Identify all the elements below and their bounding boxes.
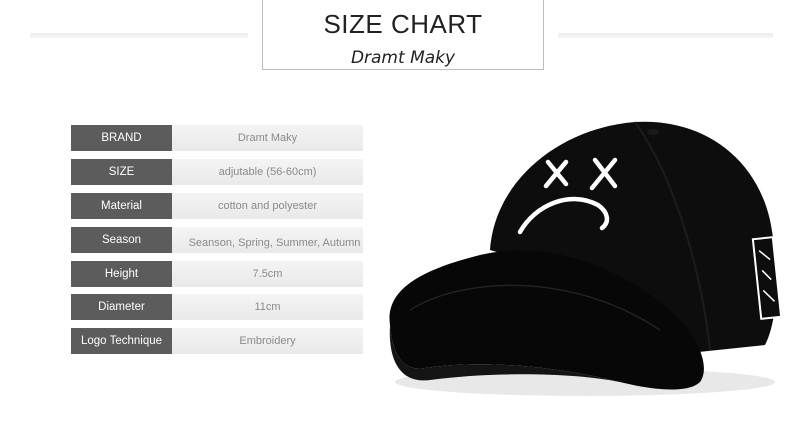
spec-row-diameter: Diameter 11cm xyxy=(71,294,363,320)
header-divider-left xyxy=(30,33,248,38)
spec-value: Embroidery xyxy=(172,328,363,354)
spec-value: adjutable (56-60cm) xyxy=(172,159,363,185)
header-divider-right xyxy=(558,33,773,38)
spec-label: Diameter xyxy=(71,294,172,320)
spec-row-brand: BRAND Dramt Maky xyxy=(71,125,363,151)
spec-row-logo-technique: Logo Technique Embroidery xyxy=(71,328,363,354)
spec-value: 11cm xyxy=(172,294,363,320)
spec-row-material: Material cotton and polyester xyxy=(71,193,363,219)
size-chart-header: SIZE CHART Dramt Maky xyxy=(262,0,544,70)
size-chart-title: SIZE CHART xyxy=(323,9,483,39)
spec-value: cotton and polyester xyxy=(172,193,363,219)
spec-label: Season xyxy=(71,227,172,253)
spec-label: BRAND xyxy=(71,125,172,151)
spec-value: 7.5cm xyxy=(172,261,363,287)
spec-row-season: Season Seanson, Spring, Summer, Autumn xyxy=(71,227,363,253)
spec-row-height: Height 7.5cm xyxy=(71,261,363,287)
spec-label: SIZE xyxy=(71,159,172,185)
spec-label: Height xyxy=(71,261,172,287)
spec-row-size: SIZE adjutable (56-60cm) xyxy=(71,159,363,185)
spec-label: Logo Technique xyxy=(71,328,172,354)
spec-value: Dramt Maky xyxy=(172,125,363,151)
cap-product-image xyxy=(389,121,783,396)
brand-subtitle: Dramt Maky xyxy=(350,48,456,68)
spec-value: Seanson, Spring, Summer, Autumn xyxy=(172,227,363,253)
spec-label: Material xyxy=(71,193,172,219)
